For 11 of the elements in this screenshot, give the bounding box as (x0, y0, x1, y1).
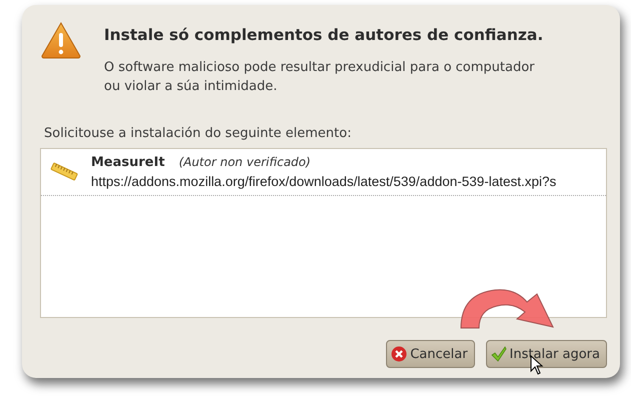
install-button[interactable]: Instalar agora (486, 340, 607, 368)
dialog-message: O software malicioso pode resultar prexudicial para o computador ou violar a súa intimidade. (104, 59, 536, 96)
addon-url: https://addons.mozilla.org/firefox/downloads/latest/539/addon-539-latest.xpi?s (91, 174, 556, 189)
cancel-button[interactable]: Cancelar (386, 340, 475, 368)
dialog-heading: Instale só complementos de autores de confianza. (104, 26, 544, 44)
addon-name: MeasureIt (91, 155, 165, 170)
list-label: Solicitouse a instalación do seguinte elemento: (44, 126, 352, 141)
check-icon (490, 346, 507, 362)
cancel-icon (391, 346, 408, 362)
author-note: (Autor non verificado) (178, 155, 311, 169)
warning-icon (40, 21, 82, 59)
